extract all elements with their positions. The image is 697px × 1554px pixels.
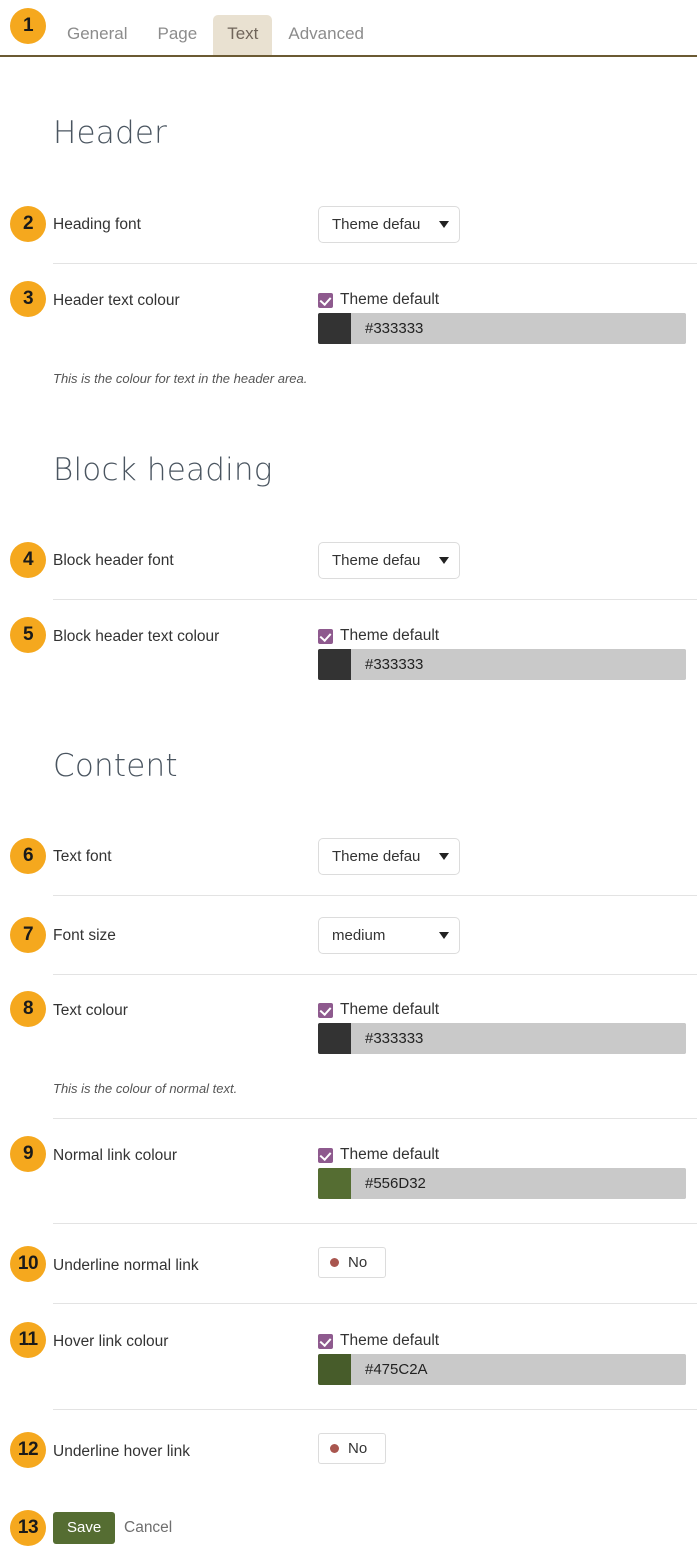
select-text-font-value: Theme defau <box>332 848 421 865</box>
label-underline-normal-link: Underline normal link <box>53 1257 199 1274</box>
checkbox-checked-icon[interactable] <box>318 292 333 308</box>
chevron-down-icon <box>439 221 449 228</box>
toggle-value: No <box>348 1440 368 1457</box>
select-heading-font-value: Theme defau <box>332 216 421 233</box>
colour-swatch[interactable] <box>318 1168 351 1199</box>
checkbox-header-text-colour-theme-default[interactable]: Theme default <box>318 290 439 310</box>
colour-input-text[interactable]: #333333 <box>318 1023 686 1054</box>
row-separator <box>53 599 697 600</box>
toggle-underline-normal-link[interactable]: No <box>318 1247 386 1278</box>
annotation-badge-3: 3 <box>10 281 46 317</box>
checkbox-checked-icon[interactable] <box>318 1333 333 1349</box>
annotation-badge-8: 8 <box>10 991 46 1027</box>
annotation-badge-12: 12 <box>10 1432 46 1468</box>
section-heading-header: Header <box>53 115 168 151</box>
row-separator <box>53 1409 697 1410</box>
checkbox-checked-icon[interactable] <box>318 1002 333 1018</box>
checkbox-hover-link-colour-theme-default[interactable]: Theme default <box>318 1331 439 1351</box>
checkbox-text-colour-theme-default[interactable]: Theme default <box>318 1000 439 1020</box>
label-header-text-colour: Header text colour <box>53 292 180 309</box>
toggle-value: No <box>348 1254 368 1271</box>
select-font-size-value: medium <box>332 927 386 944</box>
checkbox-block-header-text-colour-theme-default[interactable]: Theme default <box>318 626 439 646</box>
select-heading-font[interactable]: Theme defau <box>318 206 460 243</box>
label-font-size: Font size <box>53 927 116 944</box>
cancel-button[interactable]: Cancel <box>124 1512 172 1544</box>
select-text-font[interactable]: Theme defau <box>318 838 460 875</box>
row-separator <box>53 895 697 896</box>
chevron-down-icon <box>439 557 449 564</box>
section-heading-content: Content <box>53 748 178 784</box>
checkbox-label: Theme default <box>340 1001 440 1018</box>
row-separator <box>53 974 697 975</box>
status-dot-icon <box>330 1444 339 1453</box>
annotation-badge-6: 6 <box>10 838 46 874</box>
annotation-badge-11: 11 <box>10 1322 46 1358</box>
tab-text[interactable]: Text <box>213 15 273 55</box>
row-separator <box>53 263 697 264</box>
help-text-header-text-colour: This is the colour for text in the heade… <box>53 371 308 386</box>
annotation-badge-5: 5 <box>10 617 46 653</box>
label-heading-font: Heading font <box>53 216 141 233</box>
colour-swatch[interactable] <box>318 1354 351 1385</box>
colour-input-hover-link[interactable]: #475C2A <box>318 1354 686 1385</box>
colour-input-header-text[interactable]: #333333 <box>318 313 686 344</box>
row-separator <box>53 1118 697 1119</box>
checkbox-label: Theme default <box>340 627 440 644</box>
annotation-badge-13: 13 <box>10 1510 46 1546</box>
label-normal-link-colour: Normal link colour <box>53 1147 178 1164</box>
annotation-badge-9: 9 <box>10 1136 46 1172</box>
tab-general[interactable]: General <box>53 15 141 55</box>
toggle-underline-hover-link[interactable]: No <box>318 1433 386 1464</box>
checkbox-checked-icon[interactable] <box>318 1147 333 1163</box>
label-text-font: Text font <box>53 848 112 865</box>
checkbox-label: Theme default <box>340 291 440 308</box>
row-separator <box>53 1223 697 1224</box>
colour-value-text[interactable]: #333333 <box>351 1023 686 1054</box>
label-underline-hover-link: Underline hover link <box>53 1443 190 1460</box>
checkbox-label: Theme default <box>340 1146 440 1163</box>
checkbox-label: Theme default <box>340 1332 440 1349</box>
row-separator <box>53 1303 697 1304</box>
colour-value-text[interactable]: #333333 <box>351 649 686 680</box>
tab-page[interactable]: Page <box>143 15 211 55</box>
select-block-header-font-value: Theme defau <box>332 552 421 569</box>
tab-bar: General Page Text Advanced <box>0 0 697 57</box>
help-text-text-colour: This is the colour of normal text. <box>53 1081 238 1096</box>
tab-advanced[interactable]: Advanced <box>274 15 378 55</box>
colour-swatch[interactable] <box>318 1023 351 1054</box>
select-font-size[interactable]: medium <box>318 917 460 954</box>
label-text-colour: Text colour <box>53 1002 128 1019</box>
section-heading-block: Block heading <box>53 452 273 488</box>
label-hover-link-colour: Hover link colour <box>53 1333 169 1350</box>
annotation-badge-2: 2 <box>10 206 46 242</box>
annotation-badge-4: 4 <box>10 542 46 578</box>
colour-value-text[interactable]: #475C2A <box>351 1354 686 1385</box>
select-block-header-font[interactable]: Theme defau <box>318 542 460 579</box>
colour-input-normal-link[interactable]: #556D32 <box>318 1168 686 1199</box>
save-button[interactable]: Save <box>53 1512 116 1544</box>
checkbox-checked-icon[interactable] <box>318 628 333 644</box>
chevron-down-icon <box>439 932 449 939</box>
annotation-badge-10: 10 <box>10 1246 46 1282</box>
annotation-badge-7: 7 <box>10 917 46 953</box>
label-block-header-font: Block header font <box>53 552 174 569</box>
annotation-badge-1: 1 <box>10 8 46 44</box>
status-dot-icon <box>330 1258 339 1267</box>
colour-swatch[interactable] <box>318 649 351 680</box>
checkbox-normal-link-colour-theme-default[interactable]: Theme default <box>318 1145 439 1165</box>
chevron-down-icon <box>439 853 449 860</box>
colour-value-text[interactable]: #556D32 <box>351 1168 686 1199</box>
colour-input-block-header-text[interactable]: #333333 <box>318 649 686 680</box>
colour-value-text[interactable]: #333333 <box>351 313 686 344</box>
label-block-header-text-colour: Block header text colour <box>53 628 220 645</box>
colour-swatch[interactable] <box>318 313 351 344</box>
